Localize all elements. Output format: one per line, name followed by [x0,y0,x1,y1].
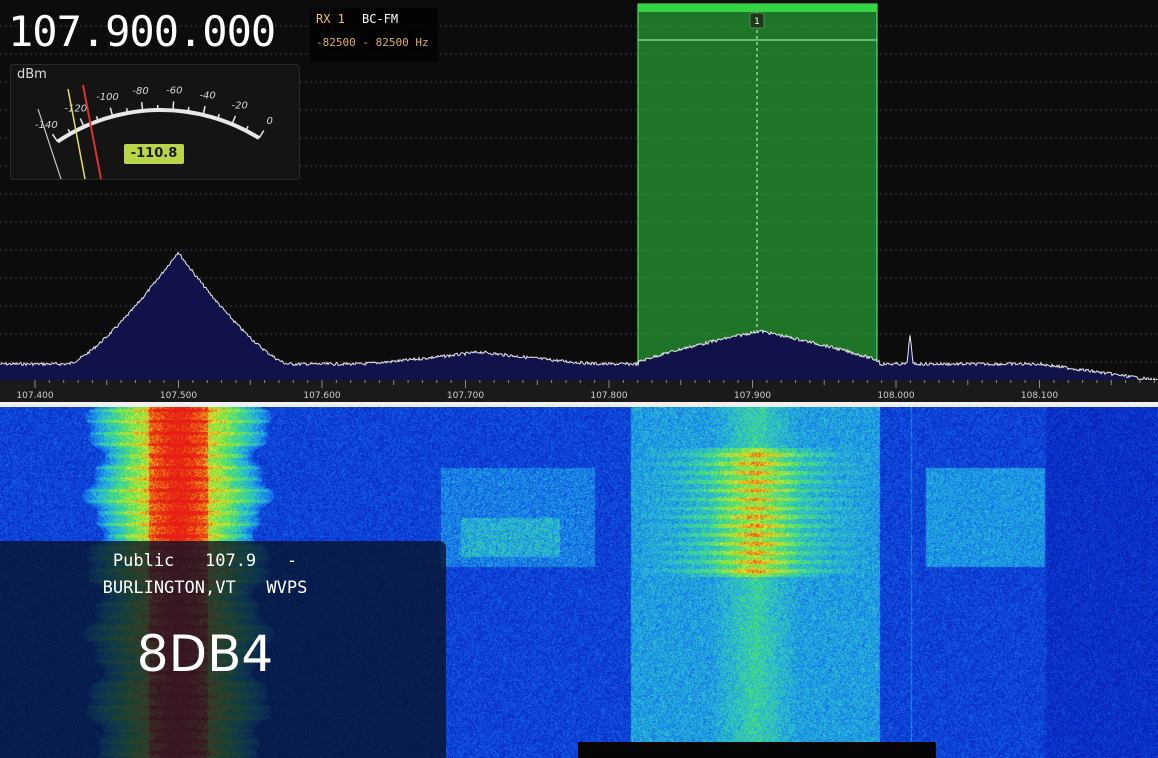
vfo-marker-label: 1 [754,17,760,27]
frequency-tick-label: 108.100 [1021,391,1058,401]
smeter-scale-label: -80 [132,86,148,97]
rds-program-type: Public 107.9 - [112,551,298,571]
frequency-tick-label: 107.400 [16,391,53,401]
frequency-tick-label: 107.600 [303,391,340,401]
smeter-scale-label: -140 [35,120,58,131]
mode-label[interactable]: BC-FM [362,12,398,26]
receiver-info-box: RX 1 BC-FM -82500 - 82500 Hz [310,8,438,62]
smeter-value: -110.8 [124,144,184,164]
frequency-tick-label: 108.000 [877,391,914,401]
frequency-tick-label: 107.900 [734,391,771,401]
rds-panel: Public 107.9 - BURLINGTON,VT WVPS 8DB4 [0,541,446,758]
vfo-passband[interactable]: 1 [637,3,878,381]
smeter-scale-label: -40 [199,90,215,101]
smeter-scale-label: -60 [166,85,182,96]
frequency-axis[interactable]: 107.400 107.500 107.600 107.700 107.800 107.9… [0,380,1158,402]
frequency-tick-label: 107.500 [160,391,197,401]
smeter-scale-label: -100 [96,92,119,103]
rds-pi-code: 8DB4 [136,625,274,683]
spectrum-plot[interactable]: 1 107.400 107.500 107.600 107.700 107.800 107… [0,0,1158,402]
waterfall-bottom-bar [578,742,936,758]
smeter-scale-label: -20 [232,101,248,112]
bandwidth-label: -82500 - 82500 Hz [316,36,429,49]
frequency-tick-label: 107.700 [447,391,484,401]
spectrum-fill [0,252,1158,382]
rx-label[interactable]: RX 1 [316,12,345,26]
smeter-scale-label: -120 [64,104,87,115]
rds-station-info: BURLINGTON,VT WVPS [102,578,308,598]
spectrum-display[interactable]: 1 107.400 107.500 107.600 107.700 107.800 107… [0,0,1158,402]
frequency-readout[interactable]: 107.900.000 [8,6,276,58]
frequency-tick-label: 107.800 [590,391,627,401]
s-meter: dBm -140 -120 -100 -80 -60 -40 -20 0 -110.8 [10,64,300,180]
smeter-scale-label: 0 [266,116,272,127]
